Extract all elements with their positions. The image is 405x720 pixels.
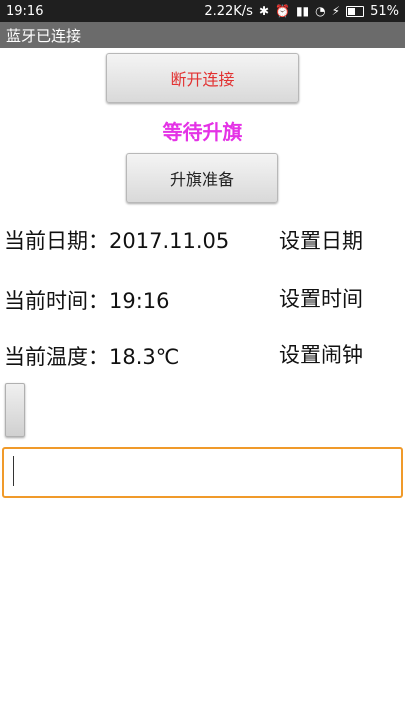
status-time: 19:16 xyxy=(6,3,44,19)
current-time-label: 当前时间：19:16 xyxy=(4,289,170,313)
prepare-flag-button[interactable]: 升旗准备 xyxy=(126,153,278,203)
message-input[interactable] xyxy=(2,447,403,498)
empty-button[interactable] xyxy=(5,383,25,437)
battery-icon xyxy=(346,5,365,17)
status-icons: 2.22K/s ✱ ⏰ ▮▮ ◔ ⚡ 51% xyxy=(204,4,399,19)
charging-icon: ⚡ xyxy=(331,4,341,18)
signal-icon: ▮▮ xyxy=(295,4,310,18)
set-time-button[interactable]: 设置时间 xyxy=(279,283,363,313)
wifi-icon: ◔ xyxy=(315,4,326,18)
network-speed: 2.22K/s xyxy=(204,3,253,19)
set-alarm-button[interactable]: 设置闹钟 xyxy=(279,339,363,369)
battery-percent: 51% xyxy=(370,3,399,19)
current-temperature-label: 当前温度：18.3℃ xyxy=(4,345,180,369)
app-title-bar: 蓝牙已连接 xyxy=(0,22,405,48)
set-date-button[interactable]: 设置日期 xyxy=(279,225,363,255)
status-bar: 19:16 2.22K/s ✱ ⏰ ▮▮ ◔ ⚡ 51% xyxy=(0,0,405,22)
app-title: 蓝牙已连接 xyxy=(6,26,82,45)
disconnect-button[interactable]: 断开连接 xyxy=(106,53,299,103)
current-date-label: 当前日期：2017.11.05 xyxy=(4,229,230,253)
flag-status-text: 等待升旗 xyxy=(162,120,243,144)
alarm-icon: ⏰ xyxy=(275,4,290,18)
text-cursor xyxy=(13,456,14,486)
bluetooth-icon: ✱ xyxy=(258,4,269,18)
